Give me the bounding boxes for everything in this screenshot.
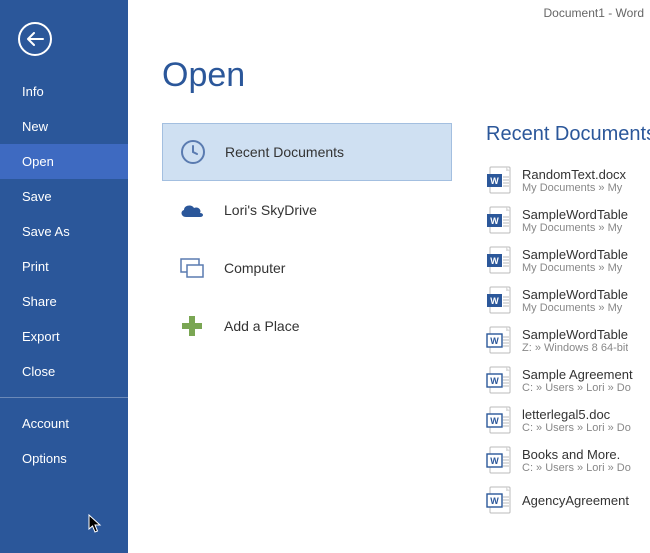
back-arrow-icon xyxy=(26,32,44,46)
document-info: Sample AgreementC: » Users » Lori » Do xyxy=(522,367,633,394)
source-label: Recent Documents xyxy=(225,144,344,160)
svg-text:W: W xyxy=(490,376,499,386)
document-info: letterlegal5.docC: » Users » Lori » Do xyxy=(522,407,631,434)
recent-document-item[interactable]: W Books and More.C: » Users » Lori » Do xyxy=(486,440,650,480)
document-name: AgencyAgreement xyxy=(522,493,629,508)
svg-text:W: W xyxy=(490,456,499,466)
nav-label: Info xyxy=(22,84,44,99)
word-document-icon: W xyxy=(486,325,512,355)
document-path: My Documents » My xyxy=(522,262,628,274)
source-label: Lori's SkyDrive xyxy=(224,202,317,218)
document-name: Sample Agreement xyxy=(522,367,633,382)
word-document-icon: W xyxy=(486,245,512,275)
recent-document-item[interactable]: Wletterlegal5.docC: » Users » Lori » Do xyxy=(486,400,650,440)
document-path: My Documents » My xyxy=(522,302,628,314)
nav-divider xyxy=(0,397,128,398)
computer-icon xyxy=(178,254,206,282)
nav-label: New xyxy=(22,119,48,134)
recent-documents-list: WRandomText.docxMy Documents » MyWSample… xyxy=(486,160,650,520)
document-name: RandomText.docx xyxy=(522,167,626,182)
nav-print[interactable]: Print xyxy=(0,249,128,284)
word-document-icon: W xyxy=(486,485,512,515)
document-path: My Documents » My xyxy=(522,182,626,194)
word-document-icon: W xyxy=(486,205,512,235)
clock-icon xyxy=(179,138,207,166)
back-button[interactable] xyxy=(18,22,52,56)
recent-documents-title: Recent Documents xyxy=(486,123,650,146)
document-info: AgencyAgreement xyxy=(522,493,629,508)
document-path: C: » Users » Lori » Do xyxy=(522,462,631,474)
word-document-icon: W xyxy=(486,365,512,395)
page-title: Open xyxy=(162,56,650,95)
document-path: My Documents » My xyxy=(522,222,628,234)
nav-label: Print xyxy=(22,259,49,274)
plus-icon xyxy=(178,312,206,340)
document-name: letterlegal5.doc xyxy=(522,407,631,422)
document-path: Z: » Windows 8 64-bit xyxy=(522,342,628,354)
document-info: RandomText.docxMy Documents » My xyxy=(522,167,626,194)
svg-text:W: W xyxy=(490,336,499,346)
nav-export[interactable]: Export xyxy=(0,319,128,354)
source-label: Computer xyxy=(224,260,285,276)
word-document-icon: W xyxy=(486,405,512,435)
nav-label: Save As xyxy=(22,224,70,239)
document-name: SampleWordTable xyxy=(522,207,628,222)
nav-new[interactable]: New xyxy=(0,109,128,144)
document-info: SampleWordTableZ: » Windows 8 64-bit xyxy=(522,327,628,354)
nav-label: Save xyxy=(22,189,52,204)
nav-label: Share xyxy=(22,294,57,309)
document-path: C: » Users » Lori » Do xyxy=(522,382,633,394)
nav-label: Export xyxy=(22,329,60,344)
recent-document-item[interactable]: W SampleWordTableZ: » Windows 8 64-bit xyxy=(486,320,650,360)
source-add-place[interactable]: Add a Place xyxy=(162,297,452,355)
nav-options[interactable]: Options xyxy=(0,441,128,476)
word-document-icon: W xyxy=(486,285,512,315)
recent-document-item[interactable]: W SampleWordTableMy Documents » My xyxy=(486,280,650,320)
source-skydrive[interactable]: Lori's SkyDrive xyxy=(162,181,452,239)
nav-label: Open xyxy=(22,154,54,169)
svg-text:W: W xyxy=(490,176,499,186)
document-path: C: » Users » Lori » Do xyxy=(522,422,631,434)
nav-save-as[interactable]: Save As xyxy=(0,214,128,249)
word-document-icon: W xyxy=(486,165,512,195)
nav-info[interactable]: Info xyxy=(0,74,128,109)
nav-close[interactable]: Close xyxy=(0,354,128,389)
svg-text:W: W xyxy=(490,256,499,266)
nav-save[interactable]: Save xyxy=(0,179,128,214)
document-name: SampleWordTable xyxy=(522,287,628,302)
nav-label: Options xyxy=(22,451,67,466)
document-name: SampleWordTable xyxy=(522,327,628,342)
svg-text:W: W xyxy=(490,296,499,306)
document-info: SampleWordTableMy Documents » My xyxy=(522,287,628,314)
document-info: SampleWordTableMy Documents » My xyxy=(522,207,628,234)
nav-share[interactable]: Share xyxy=(0,284,128,319)
cloud-icon xyxy=(178,196,206,224)
document-name: SampleWordTable xyxy=(522,247,628,262)
source-recent-documents[interactable]: Recent Documents xyxy=(162,123,452,181)
backstage-sidebar: Info New Open Save Save As Print Share E… xyxy=(0,0,128,553)
recent-document-item[interactable]: W SampleWordTableMy Documents » My xyxy=(486,240,650,280)
recent-document-item[interactable]: W Sample AgreementC: » Users » Lori » Do xyxy=(486,360,650,400)
svg-text:W: W xyxy=(490,216,499,226)
recent-documents-panel: Recent Documents WRandomText.docxMy Docu… xyxy=(486,123,650,520)
word-document-icon: W xyxy=(486,445,512,475)
recent-document-item[interactable]: W AgencyAgreement xyxy=(486,480,650,520)
main-pane: Document1 - Word Open Recent Documents L… xyxy=(128,0,650,553)
document-info: SampleWordTableMy Documents » My xyxy=(522,247,628,274)
document-info: Books and More.C: » Users » Lori » Do xyxy=(522,447,631,474)
nav-account[interactable]: Account xyxy=(0,406,128,441)
source-computer[interactable]: Computer xyxy=(162,239,452,297)
nav-label: Account xyxy=(22,416,69,431)
svg-text:W: W xyxy=(490,416,499,426)
svg-text:W: W xyxy=(490,496,499,506)
document-name: Books and More. xyxy=(522,447,631,462)
recent-document-item[interactable]: W SampleWordTableMy Documents » My xyxy=(486,200,650,240)
window-title: Document1 - Word xyxy=(162,0,650,20)
recent-document-item[interactable]: W RandomText.docxMy Documents » My xyxy=(486,160,650,200)
nav-open[interactable]: Open xyxy=(0,144,128,179)
open-sources-list: Recent Documents Lori's SkyDrive Compute… xyxy=(162,123,452,520)
source-label: Add a Place xyxy=(224,318,300,334)
nav-label: Close xyxy=(22,364,55,379)
